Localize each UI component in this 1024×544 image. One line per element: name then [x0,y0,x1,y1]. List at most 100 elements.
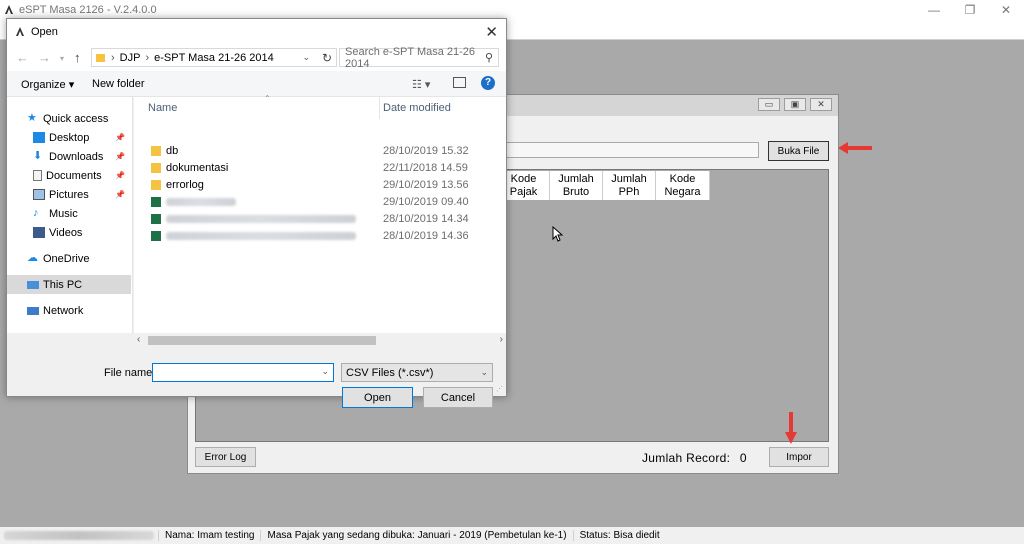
desktop-icon [33,132,45,143]
sidebar-item-desktop[interactable]: Desktop 📌 [7,128,131,147]
pin-icon: 📌 [115,133,125,142]
close-button[interactable]: ✕ [988,0,1024,20]
breadcrumb-espt[interactable]: e-SPT Masa 21-26 2014 [154,52,274,64]
sidebar-item-onedrive[interactable]: ☁ OneDrive [7,249,131,268]
file-name: errorlog [166,178,204,191]
filetype-select[interactable]: CSV Files (*.csv*) ⌄ [341,363,493,382]
sidebar-item-quick-access[interactable]: ★ Quick access [7,109,131,128]
file-row-excel-2[interactable]: 28/10/2019 14.34 [134,210,506,227]
column-divider [379,97,380,119]
up-arrow-icon[interactable]: ↑ [74,50,81,65]
resize-grip-icon[interactable]: ⋰ [496,385,503,393]
scrollbar-thumb[interactable] [148,336,376,345]
file-path-field[interactable] [506,142,759,158]
column-header-date[interactable]: Date modified [383,102,451,114]
file-name-redacted [166,197,236,206]
file-date: 28/10/2019 14.34 [383,212,469,225]
record-count: Jumlah Record: 0 [642,451,747,465]
filename-input[interactable]: ⌄ [152,363,334,382]
sidebar-item-downloads[interactable]: ⬇ Downloads 📌 [7,147,131,166]
sidebar-item-documents[interactable]: Documents 📌 [7,166,131,185]
chevron-down-icon[interactable]: ⌄ [321,366,329,377]
horizontal-scrollbar[interactable]: ‹ › [134,333,506,348]
chevron-right-icon: › [145,51,150,64]
cancel-button[interactable]: Cancel [423,387,493,408]
scroll-left-icon[interactable]: ‹ [137,334,140,345]
view-options-icon[interactable]: ☷ ▾ [412,78,430,91]
sidebar-item-network[interactable]: Network [7,301,131,320]
file-date: 28/10/2019 15.32 [383,144,469,157]
column-header-kode-negara[interactable]: Kode Negara [656,171,710,200]
buka-file-button[interactable]: Buka File [768,141,829,161]
computer-icon [27,280,39,289]
column-header-jumlah-bruto[interactable]: Jumlah Bruto [550,171,603,200]
pin-icon: 📌 [115,190,125,199]
pin-icon: 📌 [115,152,125,161]
file-row-dokumentasi[interactable]: dokumentasi 22/11/2018 14.59 [134,159,506,176]
file-date: 29/10/2019 13.56 [383,178,469,191]
excel-icon [151,213,161,224]
dialog-toolbar: Organize ▾ New folder ☷ ▾ ? [7,71,506,97]
file-row-db[interactable]: db 28/10/2019 15.32 [134,142,506,159]
search-icon: ⚲ [484,52,493,64]
status-user: Nama: Imam testing [158,530,260,541]
import-maximize-button[interactable]: ▣ [784,98,806,111]
minimize-button[interactable]: — [916,0,952,20]
back-arrow-icon[interactable]: ← [16,50,29,65]
sidebar-item-pictures[interactable]: Pictures 📌 [7,185,131,204]
sidebar-item-label: Videos [49,226,83,239]
chevron-down-icon[interactable]: ⌄ [480,367,488,378]
star-icon: ★ [27,112,37,124]
sidebar-item-label: Pictures [49,188,89,201]
file-row-excel-1[interactable]: 29/10/2019 09.40 [134,193,506,210]
folder-icon [151,179,161,190]
annotation-arrow-down-icon [785,412,797,444]
preview-pane-icon[interactable] [453,77,466,88]
cloud-icon: ☁ [27,252,38,264]
recent-locations-icon[interactable]: ▾ [60,54,64,63]
organize-button[interactable]: Organize ▾ [21,78,74,91]
sidebar-item-music[interactable]: ♪ Music [7,204,131,223]
help-icon[interactable]: ? [481,76,495,90]
new-folder-button[interactable]: New folder [92,78,145,90]
address-bar[interactable]: › DJP › e-SPT Masa 21-26 2014 ⌄ ↻ [91,48,337,67]
open-button[interactable]: Open [342,387,413,408]
file-row-errorlog[interactable]: errorlog 29/10/2019 13.56 [134,176,506,193]
impor-button[interactable]: Impor [769,447,829,467]
dialog-navbar: ← → ▾ ↑ › DJP › e-SPT Masa 21-26 2014 ⌄ … [7,45,506,71]
app-titlebar: eSPT Masa 2126 - V.2.4.0.0 — ❐ ✕ [0,0,1024,20]
scroll-right-icon[interactable]: › [500,334,503,345]
folder-icon [151,162,161,173]
import-minimize-button[interactable]: ▭ [758,98,780,111]
file-name-redacted [166,231,356,240]
file-date: 29/10/2019 09.40 [383,195,469,208]
sidebar-item-label: This PC [43,278,83,291]
file-name: dokumentasi [166,161,229,174]
pin-icon: 📌 [115,171,125,180]
column-header-name[interactable]: Name [148,102,177,114]
column-header-jumlah-pph[interactable]: Jumlah PPh [603,171,656,200]
sidebar-item-label: Music [49,207,78,220]
breadcrumb-djp[interactable]: DJP [120,52,141,64]
file-name: db [166,144,179,157]
maximize-button[interactable]: ❐ [952,0,988,20]
address-dropdown-icon[interactable]: ⌄ [302,52,310,63]
file-row-excel-3[interactable]: 28/10/2019 14.36 [134,227,506,244]
search-input[interactable]: Search e-SPT Masa 21-26 2014 ⚲ [339,46,499,70]
file-date: 22/11/2018 14.59 [383,161,468,174]
open-file-dialog: Open ✕ ← → ▾ ↑ › DJP › e-SPT Masa 21-26 … [6,18,507,408]
navigation-pane: ★ Quick access Desktop 📌 ⬇ Downloads 📌 D… [7,97,133,333]
record-count-label: Jumlah Record: [642,451,731,465]
error-log-button[interactable]: Error Log [195,447,256,467]
annotation-arrow-left-icon [838,142,872,154]
dialog-close-button[interactable]: ✕ [485,23,498,41]
dialog-titlebar: Open ✕ [7,19,506,45]
import-close-button[interactable]: ✕ [810,98,832,111]
record-count-value: 0 [739,451,747,465]
refresh-icon[interactable]: ↻ [322,51,332,65]
forward-arrow-icon[interactable]: → [38,50,51,65]
sidebar-item-videos[interactable]: Videos [7,223,131,242]
file-list[interactable]: ⌃ Name Date modified db 28/10/2019 15.32… [134,94,506,333]
sidebar-item-label: Documents [46,169,102,182]
sidebar-item-this-pc[interactable]: This PC [7,275,131,294]
